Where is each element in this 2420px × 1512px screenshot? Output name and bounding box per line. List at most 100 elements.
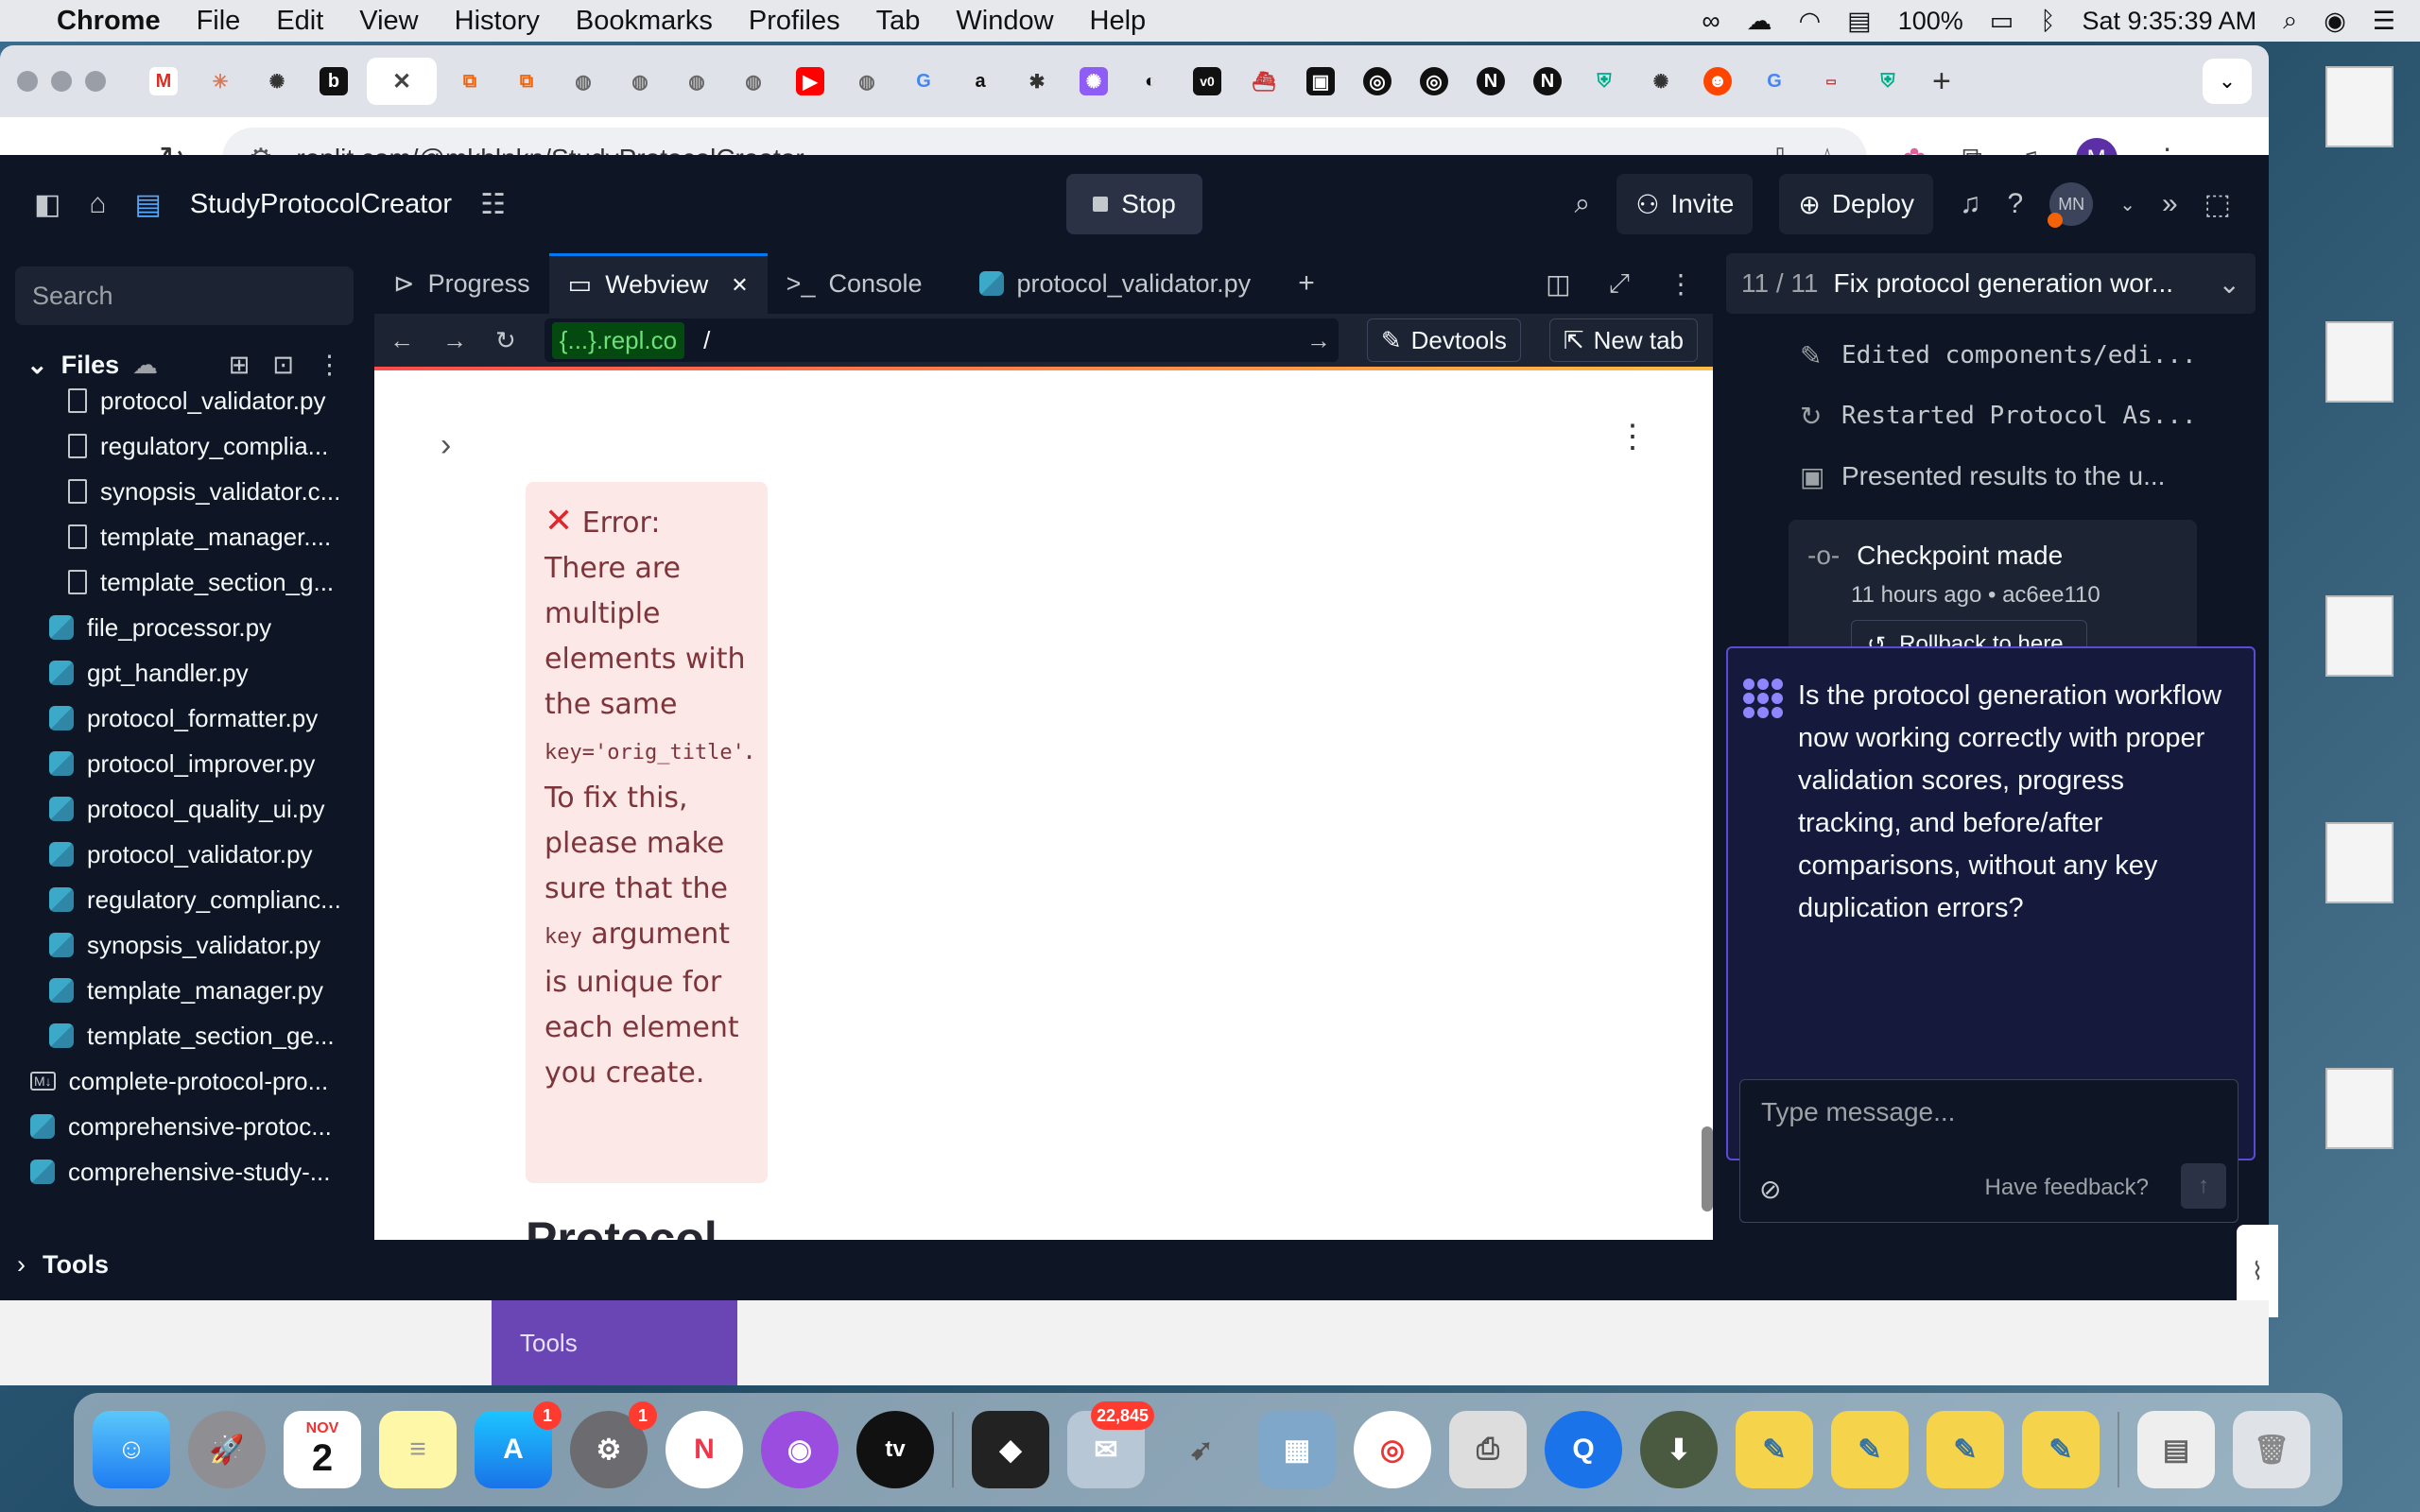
apple-tv-icon[interactable]: tv (856, 1411, 934, 1488)
tab-notion-2[interactable]: N (1524, 58, 1571, 105)
tab-bolt[interactable]: b (310, 58, 357, 105)
agent-task-header[interactable]: 11 / 11 Fix protocol generation wor... ⌄ (1726, 253, 2256, 314)
close-window-button[interactable] (17, 71, 38, 92)
menu-edit[interactable]: Edit (276, 6, 323, 37)
desktop-file[interactable] (2325, 66, 2412, 151)
project-name[interactable]: StudyProtocolCreator (190, 189, 452, 220)
python-launcher-icon[interactable]: ✎ (1927, 1411, 2004, 1488)
zoom-window-button[interactable] (85, 71, 106, 92)
repl-domain-chip[interactable]: {...}.repl.co (551, 321, 685, 359)
app-menu-icon[interactable]: ⋮ (1616, 418, 1649, 455)
feedback-link[interactable]: Have feedback? (1985, 1175, 2149, 1201)
new-tab-button[interactable]: + (1932, 63, 1951, 100)
file-item[interactable]: protocol_improver.py (0, 741, 369, 786)
search-icon[interactable]: ⌕ (1575, 188, 1591, 220)
python-launcher-icon[interactable]: ✎ (1831, 1411, 1909, 1488)
tab-youtube[interactable]: ▶ (786, 58, 834, 105)
news-icon[interactable]: N (666, 1411, 743, 1488)
go-arrow-icon[interactable]: → (1306, 326, 1331, 355)
file-item[interactable]: M↓ complete-protocol-pro... (0, 1058, 369, 1104)
devtools-button[interactable]: ✎ Devtools (1366, 318, 1521, 362)
tab-ship[interactable]: ⛴ (1240, 58, 1288, 105)
desktop-file[interactable] (2325, 595, 2412, 680)
mail-icon[interactable]: ✉ 22,845 (1067, 1401, 1154, 1488)
python-launcher-icon[interactable]: ✎ (1736, 1411, 1813, 1488)
menu-history[interactable]: History (455, 6, 540, 37)
menu-window[interactable]: Window (956, 6, 1053, 37)
quicktime-icon[interactable]: Q (1545, 1411, 1622, 1488)
tab-v0[interactable]: v0 (1184, 58, 1231, 105)
app-store-icon[interactable]: A1 (475, 1401, 562, 1488)
chevron-down-icon[interactable]: ⌄ (26, 351, 48, 380)
add-tab-icon[interactable]: + (1298, 267, 1315, 300)
menu-file[interactable]: File (197, 6, 241, 37)
menu-help[interactable]: Help (1090, 6, 1147, 37)
file-item[interactable]: regulatory_complia... (0, 423, 369, 469)
launchpad-icon[interactable]: 🚀 (188, 1411, 266, 1488)
split-pane-icon[interactable]: ◫ (1546, 268, 1570, 300)
scrollbar[interactable] (1702, 1126, 1713, 1211)
chevron-right-icon[interactable]: › (441, 427, 451, 464)
more-options-icon[interactable]: ⋮ (317, 351, 342, 380)
tab-github[interactable]: ◐ (1127, 58, 1174, 105)
new-tab-button[interactable]: ⇱ New tab (1548, 318, 1698, 362)
desktop-file[interactable] (2325, 1068, 2412, 1153)
tab-shield[interactable]: ⛨ (1581, 58, 1628, 105)
action-item[interactable]: ✎ Edited components/edi... (1726, 325, 2256, 386)
user-avatar[interactable]: MN (2048, 182, 2094, 228)
download-disk-icon[interactable]: ⬇ (1640, 1411, 1718, 1488)
webview-forward-icon[interactable]: → (442, 326, 467, 355)
desktop-file[interactable] (2325, 822, 2412, 907)
paperclip-icon[interactable]: ⊘ (1759, 1174, 1781, 1205)
tab-globe-5[interactable]: ◍ (843, 58, 890, 105)
tab-protocol-validator[interactable]: protocol_validator.py (960, 253, 1270, 314)
python-launcher-icon[interactable]: ✎ (2022, 1411, 2100, 1488)
tab-webview[interactable]: ▭ Webview ✕ (548, 253, 768, 314)
sidebar-toggle-icon[interactable]: ◧ (34, 188, 60, 221)
tab-chatgpt[interactable]: ✺ (253, 58, 301, 105)
tab-claude[interactable]: ✳ (197, 58, 244, 105)
tab-gmail[interactable]: M (140, 58, 187, 105)
tab-replit-2[interactable]: ⧉ (503, 58, 550, 105)
help-icon[interactable]: ? (2008, 188, 2024, 220)
downloads-stack-icon[interactable]: ▤ (2137, 1411, 2215, 1488)
spotlight-icon[interactable]: ⌕ (2283, 6, 2297, 36)
tab-replit-1[interactable]: ⧉ (446, 58, 493, 105)
more-options-icon[interactable]: ⋮ (1668, 268, 1694, 300)
tab-amazon[interactable]: a (957, 58, 1004, 105)
file-item[interactable]: comprehensive-protoc... (0, 1104, 369, 1149)
cloud-icon[interactable]: ☁ (1747, 7, 1772, 36)
tab-reddit[interactable]: ☻ (1694, 58, 1741, 105)
webview-reload-icon[interactable]: ↻ (495, 326, 516, 355)
cube-app-icon[interactable]: ◆ (972, 1411, 1049, 1488)
menu-tab[interactable]: Tab (876, 6, 921, 37)
file-item[interactable]: file_processor.py (0, 605, 369, 650)
tab-cursor[interactable]: ▣ (1297, 58, 1344, 105)
file-item[interactable]: template_manager.... (0, 514, 369, 559)
file-item[interactable]: protocol_validator.py (0, 832, 369, 877)
chrome-icon[interactable]: ◎ (1354, 1411, 1431, 1488)
deploy-button[interactable]: ⊕ Deploy (1779, 174, 1933, 234)
file-item[interactable]: template_manager.py (0, 968, 369, 1013)
control-center-icon[interactable]: ☰ (2373, 7, 2395, 36)
file-item[interactable]: synopsis_validator.c... (0, 469, 369, 514)
finder-icon[interactable]: ☺ (93, 1411, 170, 1488)
webview-back-icon[interactable]: ← (389, 326, 414, 355)
maximize-icon[interactable]: ⤢ (1609, 268, 1630, 300)
tab-chatgpt-3[interactable]: ✺ (1637, 58, 1685, 105)
file-item[interactable]: synopsis_validator.py (0, 922, 369, 968)
search-input[interactable]: Search (15, 266, 354, 325)
tab-google-2[interactable]: G (1751, 58, 1798, 105)
tab-perplexity[interactable]: ✱ (1013, 58, 1061, 105)
tab-search-button[interactable]: ⌄ (2203, 59, 2252, 104)
webview-path[interactable]: / (703, 326, 1288, 355)
battery-percent[interactable]: 100% (1898, 7, 1963, 36)
system-settings-icon[interactable]: ⚙ 1 (570, 1401, 657, 1488)
action-item[interactable]: ↻ Restarted Protocol As... (1726, 386, 2256, 446)
minimize-window-button[interactable] (51, 71, 72, 92)
menu-view[interactable]: View (359, 6, 418, 37)
file-item[interactable]: protocol_formatter.py (0, 696, 369, 741)
calendar-icon[interactable]: NOV 2 (284, 1411, 361, 1488)
creative-cloud-icon[interactable]: ∞ (1702, 7, 1720, 36)
new-file-icon[interactable]: ⊞ (229, 351, 251, 380)
